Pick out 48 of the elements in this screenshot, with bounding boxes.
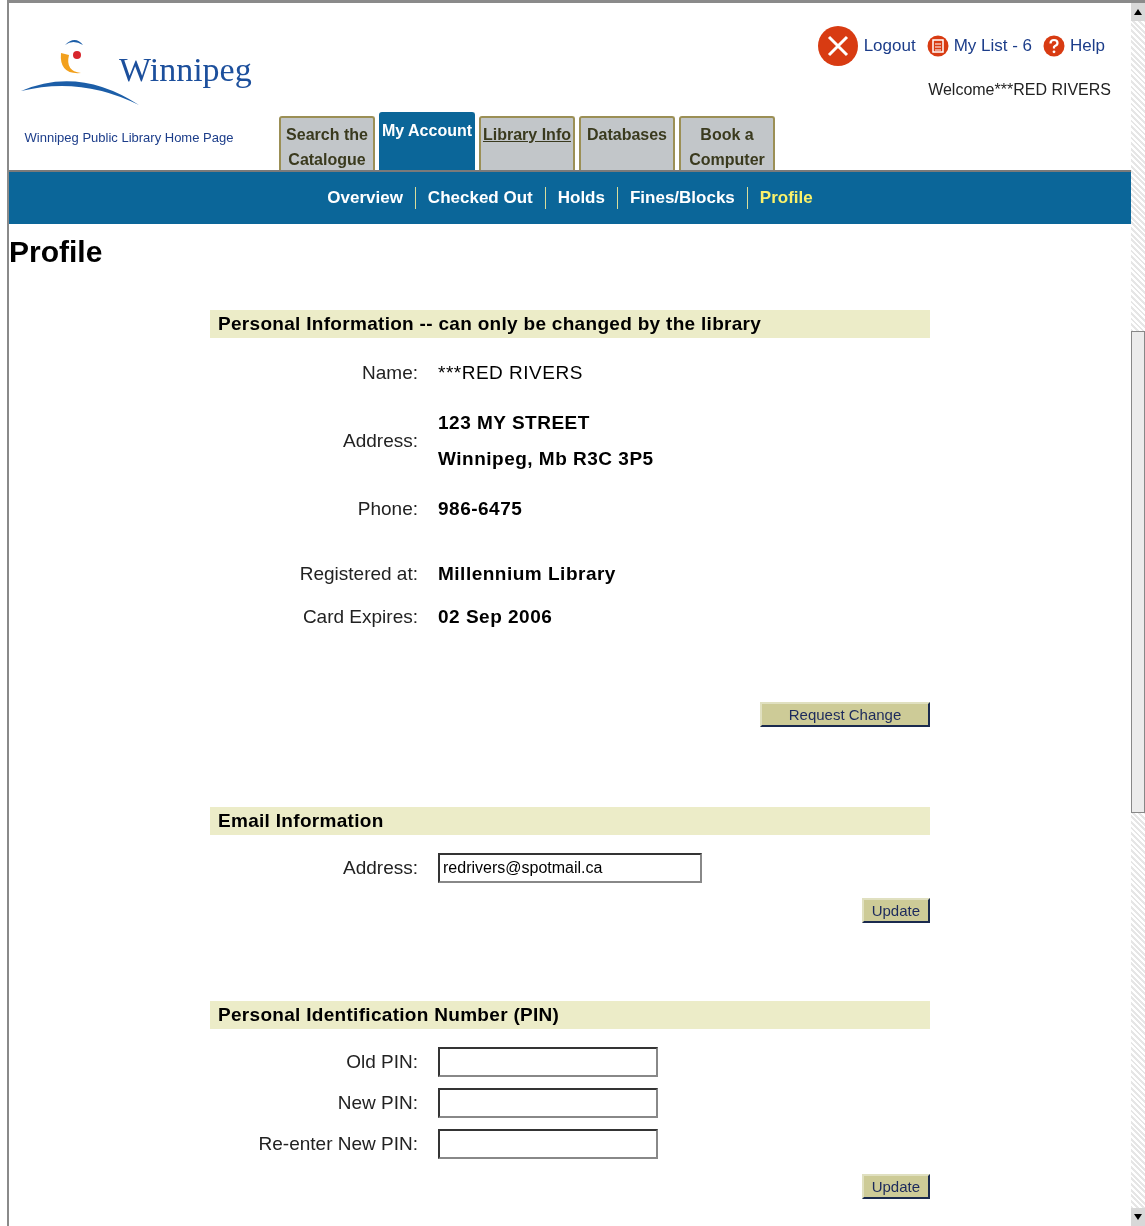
home-link[interactable]: Winnipeg Public Library Home Page bbox=[19, 127, 239, 148]
input-field[interactable] bbox=[438, 1046, 658, 1077]
header-link[interactable]: Logout bbox=[863, 36, 916, 56]
section-heading: Personal Identification Number (PIN) bbox=[210, 1001, 930, 1029]
field-value: 123 MY STREET bbox=[438, 411, 591, 435]
field-label: Old PIN: bbox=[345, 1050, 418, 1073]
scroll-up-icon[interactable] bbox=[1131, 3, 1145, 21]
subnav-link[interactable]: Profile bbox=[759, 188, 813, 208]
subnav-link[interactable]: Holds bbox=[557, 188, 605, 208]
submit-button[interactable]: Update bbox=[861, 1174, 930, 1199]
help-icon[interactable] bbox=[1043, 35, 1066, 57]
nav-tab[interactable]: Search the Catalogue bbox=[279, 116, 375, 170]
input-field[interactable] bbox=[438, 1087, 658, 1118]
nav-tab[interactable]: Book a Computer bbox=[679, 116, 775, 170]
field-label: Card Expires: bbox=[301, 606, 418, 628]
field-label: Registered at: bbox=[298, 563, 418, 585]
section-heading: Email Information bbox=[210, 807, 930, 835]
field-label: Address: bbox=[342, 430, 418, 452]
field-label: Address: bbox=[342, 856, 418, 879]
section-heading: Personal Information -- can only be changed by the library bbox=[210, 310, 930, 338]
field-value: 02 Sep 2006 bbox=[438, 605, 553, 629]
header-link[interactable]: Help bbox=[1070, 36, 1105, 56]
field-label: Name: bbox=[361, 362, 418, 384]
field-value: ***RED RIVERS bbox=[438, 361, 583, 385]
submit-button[interactable]: Update bbox=[861, 898, 930, 923]
field-value: Millennium Library bbox=[438, 562, 616, 586]
subnav-link[interactable]: Checked Out bbox=[427, 188, 533, 208]
nav-tab[interactable]: Library Info bbox=[479, 116, 575, 170]
page-title: Profile bbox=[9, 234, 104, 270]
input-field[interactable] bbox=[438, 1128, 658, 1159]
scrollbar[interactable] bbox=[1131, 3, 1145, 1226]
welcome-text: Welcome***RED RIVERS bbox=[928, 81, 1111, 99]
field-label: Re-enter New PIN: bbox=[257, 1132, 418, 1155]
submit-button[interactable]: Request Change bbox=[760, 702, 930, 727]
list-icon[interactable] bbox=[926, 35, 949, 57]
field-value: Winnipeg, Mb R3C 3P5 bbox=[438, 447, 654, 471]
subnav-link[interactable]: Overview bbox=[327, 188, 403, 208]
nav-tab[interactable]: Databases bbox=[579, 116, 675, 170]
logo-text: Winnipeg bbox=[119, 51, 252, 89]
subnav-link[interactable]: Fines/Blocks bbox=[629, 188, 735, 208]
field-value: 986-6475 bbox=[438, 497, 523, 521]
input-field[interactable]: redrivers@spotmail.ca bbox=[438, 852, 702, 883]
field-label: New PIN: bbox=[336, 1091, 418, 1114]
header-link[interactable]: My List - 6 bbox=[953, 36, 1033, 56]
nav-tab[interactable]: My Account bbox=[379, 112, 475, 170]
scroll-down-icon[interactable] bbox=[1131, 1208, 1145, 1226]
close-icon[interactable] bbox=[816, 25, 859, 67]
field-label: Phone: bbox=[356, 498, 418, 520]
